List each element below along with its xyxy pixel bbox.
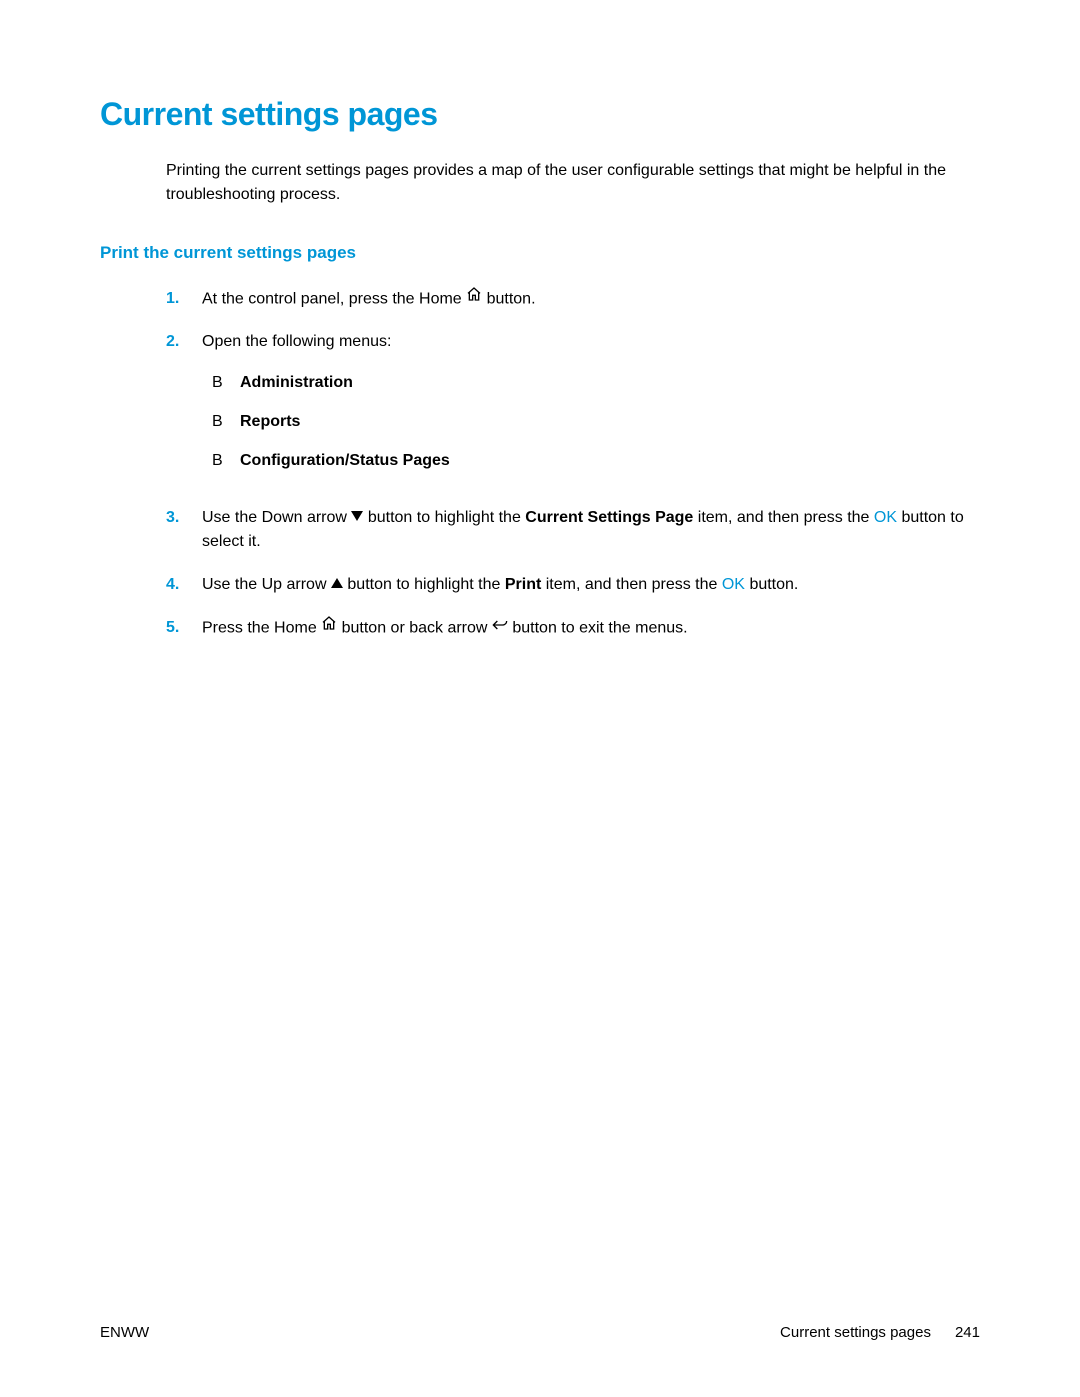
step-number: 3. (166, 506, 202, 556)
menu-item-administration: B Administration (212, 371, 980, 396)
menu-item-reports: B Reports (212, 410, 980, 435)
menu-label: Configuration/Status Pages (240, 449, 450, 474)
menu-item-config-status: B Configuration/Status Pages (212, 449, 980, 474)
intro-paragraph: Printing the current settings pages prov… (166, 159, 980, 207)
step-text: At the control panel, press the Home (202, 291, 466, 308)
menu-list: B Administration B Reports B Configurati… (212, 371, 980, 473)
step-text: button to highlight the (347, 576, 504, 593)
step-text: button to exit the menus. (512, 620, 687, 637)
up-arrow-icon (331, 578, 343, 588)
step-body: At the control panel, press the Home but… (202, 287, 980, 312)
step-text: button. (487, 291, 536, 308)
step-text: Press the Home (202, 620, 321, 637)
step-text: button to highlight the (368, 509, 525, 526)
step-text: Use the Down arrow (202, 509, 351, 526)
bullet: B (212, 449, 240, 474)
bold-label: Print (505, 576, 541, 593)
down-arrow-icon (351, 511, 363, 521)
step-text: button. (749, 576, 798, 593)
step-3: 3. Use the Down arrow button to highligh… (166, 506, 980, 556)
steps-list: 1. At the control panel, press the Home … (166, 287, 980, 641)
home-icon (466, 286, 482, 311)
step-body: Use the Down arrow button to highlight t… (202, 506, 980, 556)
step-body: Press the Home button or back arrow butt… (202, 616, 980, 641)
step-4: 4. Use the Up arrow button to highlight … (166, 573, 980, 598)
step-body: Use the Up arrow button to highlight the… (202, 573, 980, 598)
page-title: Current settings pages (100, 96, 980, 133)
bullet: B (212, 410, 240, 435)
step-5: 5. Press the Home button or back arrow b… (166, 616, 980, 641)
back-arrow-icon (492, 615, 508, 640)
step-text: item, and then press the (546, 576, 722, 593)
ok-button-label: OK (874, 509, 897, 526)
step-body: Open the following menus: B Administrati… (202, 330, 980, 487)
step-1: 1. At the control panel, press the Home … (166, 287, 980, 312)
menu-label: Administration (240, 371, 353, 396)
section-subheading: Print the current settings pages (100, 243, 980, 263)
page-footer: ENWW Current settings pages 241 (100, 1324, 980, 1341)
footer-section: Current settings pages (780, 1324, 931, 1341)
home-icon (321, 615, 337, 640)
step-2: 2. Open the following menus: B Administr… (166, 330, 980, 487)
step-number: 4. (166, 573, 202, 598)
bold-label: Current Settings Page (525, 509, 693, 526)
step-number: 2. (166, 330, 202, 487)
step-text: button or back arrow (342, 620, 492, 637)
footer-left: ENWW (100, 1324, 149, 1341)
bullet: B (212, 371, 240, 396)
ok-button-label: OK (722, 576, 745, 593)
step-text: Use the Up arrow (202, 576, 331, 593)
menu-label: Reports (240, 410, 300, 435)
footer-right: Current settings pages 241 (780, 1324, 980, 1341)
step-text: item, and then press the (698, 509, 874, 526)
document-page: Current settings pages Printing the curr… (0, 0, 1080, 1397)
step-number: 5. (166, 616, 202, 641)
step-text: Open the following menus: (202, 333, 391, 350)
step-number: 1. (166, 287, 202, 312)
page-number: 241 (955, 1324, 980, 1341)
